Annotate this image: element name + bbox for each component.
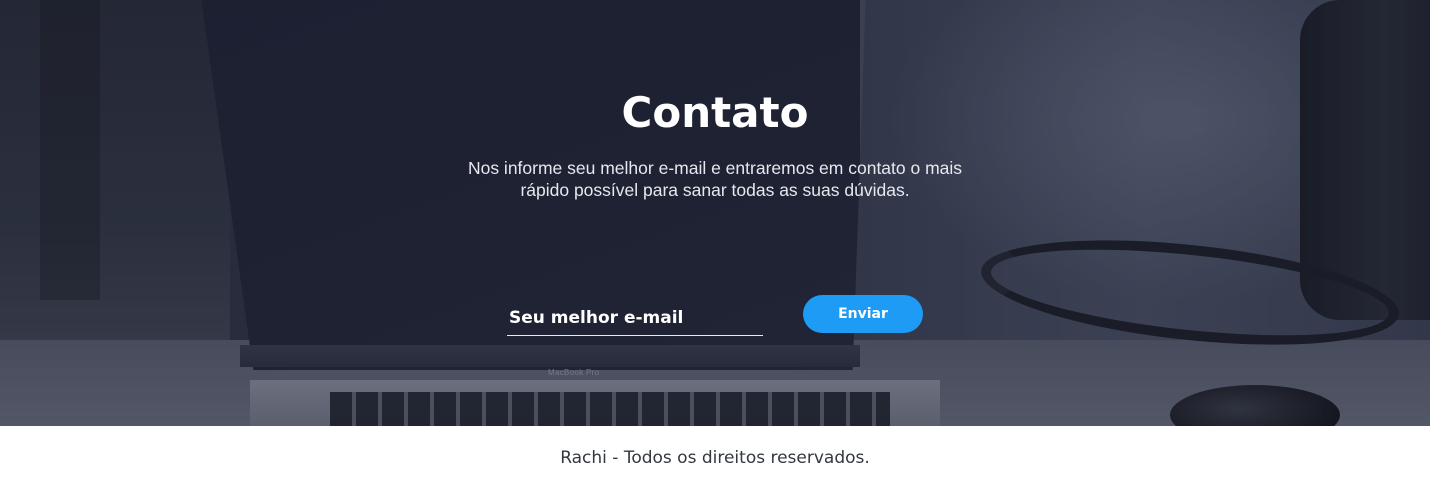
email-input[interactable]: [507, 300, 763, 336]
contact-content: Contato Nos informe seu melhor e-mail e …: [0, 0, 1430, 426]
contact-section: MacBook Pro Contato Nos informe seu melh…: [0, 0, 1430, 426]
send-button[interactable]: Enviar: [803, 295, 923, 333]
contact-title: Contato: [621, 88, 809, 137]
footer: Rachi - Todos os direitos reservados.: [0, 426, 1430, 491]
footer-copyright: Rachi - Todos os direitos reservados.: [560, 448, 870, 468]
contact-description: Nos informe seu melhor e-mail e entrarem…: [467, 158, 963, 200]
